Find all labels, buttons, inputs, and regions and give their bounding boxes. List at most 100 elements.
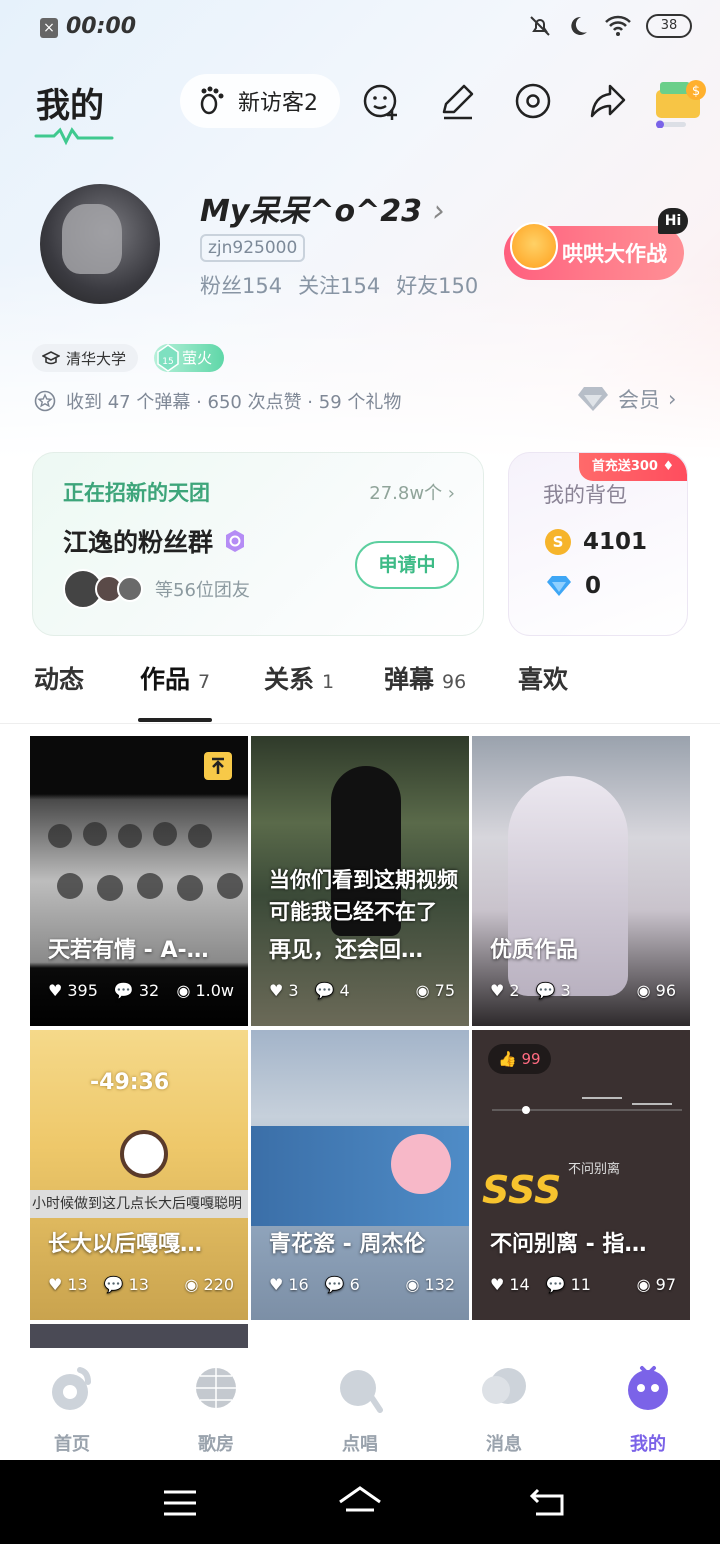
following-count[interactable]: 关注154 <box>298 270 380 300</box>
like-count: ♥ 3 <box>269 981 299 1000</box>
view-count: ◉ 1.0w <box>176 981 235 1000</box>
apply-button[interactable]: 申请中 <box>355 541 459 589</box>
tab-danmaku[interactable]: 弹幕 96 <box>384 660 466 696</box>
view-count: ◉ 220 <box>184 1275 234 1294</box>
nav-request-song[interactable]: 点唱 <box>310 1362 410 1456</box>
chat-bubble-icon <box>482 1368 526 1404</box>
system-nav-bar <box>0 1460 720 1544</box>
diamond-icon <box>547 576 571 596</box>
graduation-cap-icon <box>42 351 60 365</box>
comment-count: 💬 6 <box>324 1275 360 1294</box>
tab-feed[interactable]: 动态 <box>34 660 84 696</box>
backpack-title: 我的背包 <box>543 483 627 507</box>
status-bar: × 00:00 38 <box>0 0 720 56</box>
mute-icon <box>530 16 550 36</box>
view-count: ◉ 75 <box>415 981 455 1000</box>
first-recharge-promo[interactable]: 首充送300 ♦ <box>579 453 687 481</box>
back-icon[interactable] <box>528 1486 568 1518</box>
tab-relations[interactable]: 关系 1 <box>264 660 334 696</box>
title-squiggle-decoration <box>34 127 114 146</box>
vip-entry[interactable]: 会员 › <box>576 384 676 414</box>
event-button[interactable]: 哄哄大作战 <box>504 222 684 280</box>
work-card[interactable]: -49:36 小时候做到这几点长大后嘎嘎聪明 长大以后嘎嘎… ♥ 13 💬 13… <box>30 1030 248 1320</box>
work-card[interactable] <box>30 1324 248 1348</box>
disco-ball-icon <box>196 1368 236 1408</box>
fan-group-members: 等56位团友 <box>63 569 250 609</box>
visitor-label: 新访客2 <box>238 91 318 116</box>
add-friend-icon[interactable] <box>360 80 402 122</box>
active-tab-indicator <box>138 718 212 722</box>
video-caption: 小时候做到这几点长大后嘎嘎聪明 <box>30 1190 248 1218</box>
score-badge: 👍 99 <box>488 1044 551 1074</box>
school-tag[interactable]: 清华大学 <box>32 344 139 372</box>
wifi-icon <box>605 15 631 36</box>
level-tag[interactable]: 15 萤火 <box>154 344 225 372</box>
moon-icon <box>571 16 587 35</box>
nav-ktv-room[interactable]: 歌房 <box>166 1362 266 1456</box>
tab-likes[interactable]: 喜欢 <box>518 660 568 696</box>
tab-works[interactable]: 作品 7 <box>140 660 210 696</box>
share-icon[interactable] <box>586 80 628 122</box>
new-visitor-button[interactable]: 新访客2 <box>180 74 340 128</box>
fans-count[interactable]: 粉丝154 <box>200 270 282 300</box>
work-card[interactable]: 当你们看到这期视频可能我已经不在了 再见，还会回… ♥ 3 💬 4 ◉ 75 <box>251 736 469 1026</box>
work-title: 不问别离 - 指… <box>490 1232 647 1257</box>
menu-icon[interactable] <box>162 1488 198 1518</box>
level-gem-icon: 15 <box>157 344 179 372</box>
grade-badge: SSS <box>482 1168 562 1212</box>
diamond-balance: 0 <box>545 573 601 599</box>
comment-count: 💬 32 <box>113 981 160 1000</box>
fan-group-heading: 正在招新的天团 <box>63 481 210 505</box>
like-count: ♥ 2 <box>490 981 520 1000</box>
comment-count: 💬 11 <box>545 1275 591 1294</box>
fan-group-name: 江逸的粉丝群 <box>63 523 247 559</box>
like-count: ♥ 395 <box>48 981 98 1000</box>
backpack-card[interactable]: 首充送300 ♦ 我的背包 S 4101 0 <box>508 452 688 636</box>
like-count: ♥ 16 <box>269 1275 309 1294</box>
work-card[interactable]: 天若有情 - A-… ♥ 395 💬 32 ◉ 1.0w <box>30 736 248 1026</box>
diamond-icon: ♦ <box>662 459 675 474</box>
work-card[interactable]: 👍 99 不问别离 SSS 不问别离 - 指… ♥ 14 💬 11 ◉ 97 <box>472 1030 690 1320</box>
game-timer: -49:36 <box>90 1070 170 1095</box>
comment-count: 💬 4 <box>314 981 350 1000</box>
video-overlay-text: 当你们看到这期视频可能我已经不在了 <box>269 868 458 924</box>
svg-text:$: $ <box>692 84 700 99</box>
view-count: ◉ 97 <box>636 1275 676 1294</box>
like-count: ♥ 14 <box>490 1275 530 1294</box>
edit-icon[interactable] <box>436 80 478 122</box>
nav-home[interactable]: 首页 <box>22 1362 122 1456</box>
battery-indicator: 38 <box>646 14 692 38</box>
chevron-right-icon: › <box>668 387 677 411</box>
nav-me[interactable]: 我的 <box>598 1362 698 1456</box>
nav-messages[interactable]: 消息 <box>454 1362 554 1456</box>
user-id[interactable]: zjn925000 <box>200 234 306 262</box>
top-header: 我的 新访客2 <box>0 72 720 146</box>
footprint-icon <box>200 86 224 115</box>
pinned-icon <box>204 752 232 780</box>
home-button-icon[interactable] <box>336 1482 384 1518</box>
profile-stats: 粉丝154 关注154 好友150 <box>200 270 478 300</box>
username[interactable]: My呆呆^o^23 › <box>200 186 445 230</box>
avatar[interactable] <box>40 184 160 304</box>
settings-icon[interactable] <box>512 80 554 122</box>
status-time: 00:00 <box>66 14 137 39</box>
work-title: 长大以后嘎嘎… <box>48 1232 203 1257</box>
bottom-nav: 首页 歌房 点唱 消息 我的 <box>0 1348 720 1460</box>
star-badge-icon <box>34 390 56 412</box>
work-thumbnail <box>120 1130 168 1178</box>
work-title: 天若有情 - A-… <box>48 938 209 963</box>
fan-group-card[interactable]: 正在招新的天团 27.8w个 › 江逸的粉丝群 等56位团友 申请中 <box>32 452 484 636</box>
coin-balance: S 4101 <box>545 529 647 555</box>
work-title: 青花瓷 - 周杰伦 <box>269 1232 426 1257</box>
wallet-icon[interactable]: $ <box>652 76 708 128</box>
work-card[interactable]: 优质作品 ♥ 2 💬 3 ◉ 96 <box>472 736 690 1026</box>
purple-badge-icon <box>226 530 245 552</box>
friends-count[interactable]: 好友150 <box>396 270 478 300</box>
view-count: ◉ 96 <box>636 981 676 1000</box>
pitch-line <box>492 1097 682 1114</box>
fan-group-count[interactable]: 27.8w个 › <box>369 479 455 505</box>
comment-count: 💬 13 <box>103 1275 149 1294</box>
work-card[interactable]: 青花瓷 - 周杰伦 ♥ 16 💬 6 ◉ 132 <box>251 1030 469 1320</box>
music-icon <box>340 1370 383 1413</box>
notification-icon: × <box>40 18 58 38</box>
